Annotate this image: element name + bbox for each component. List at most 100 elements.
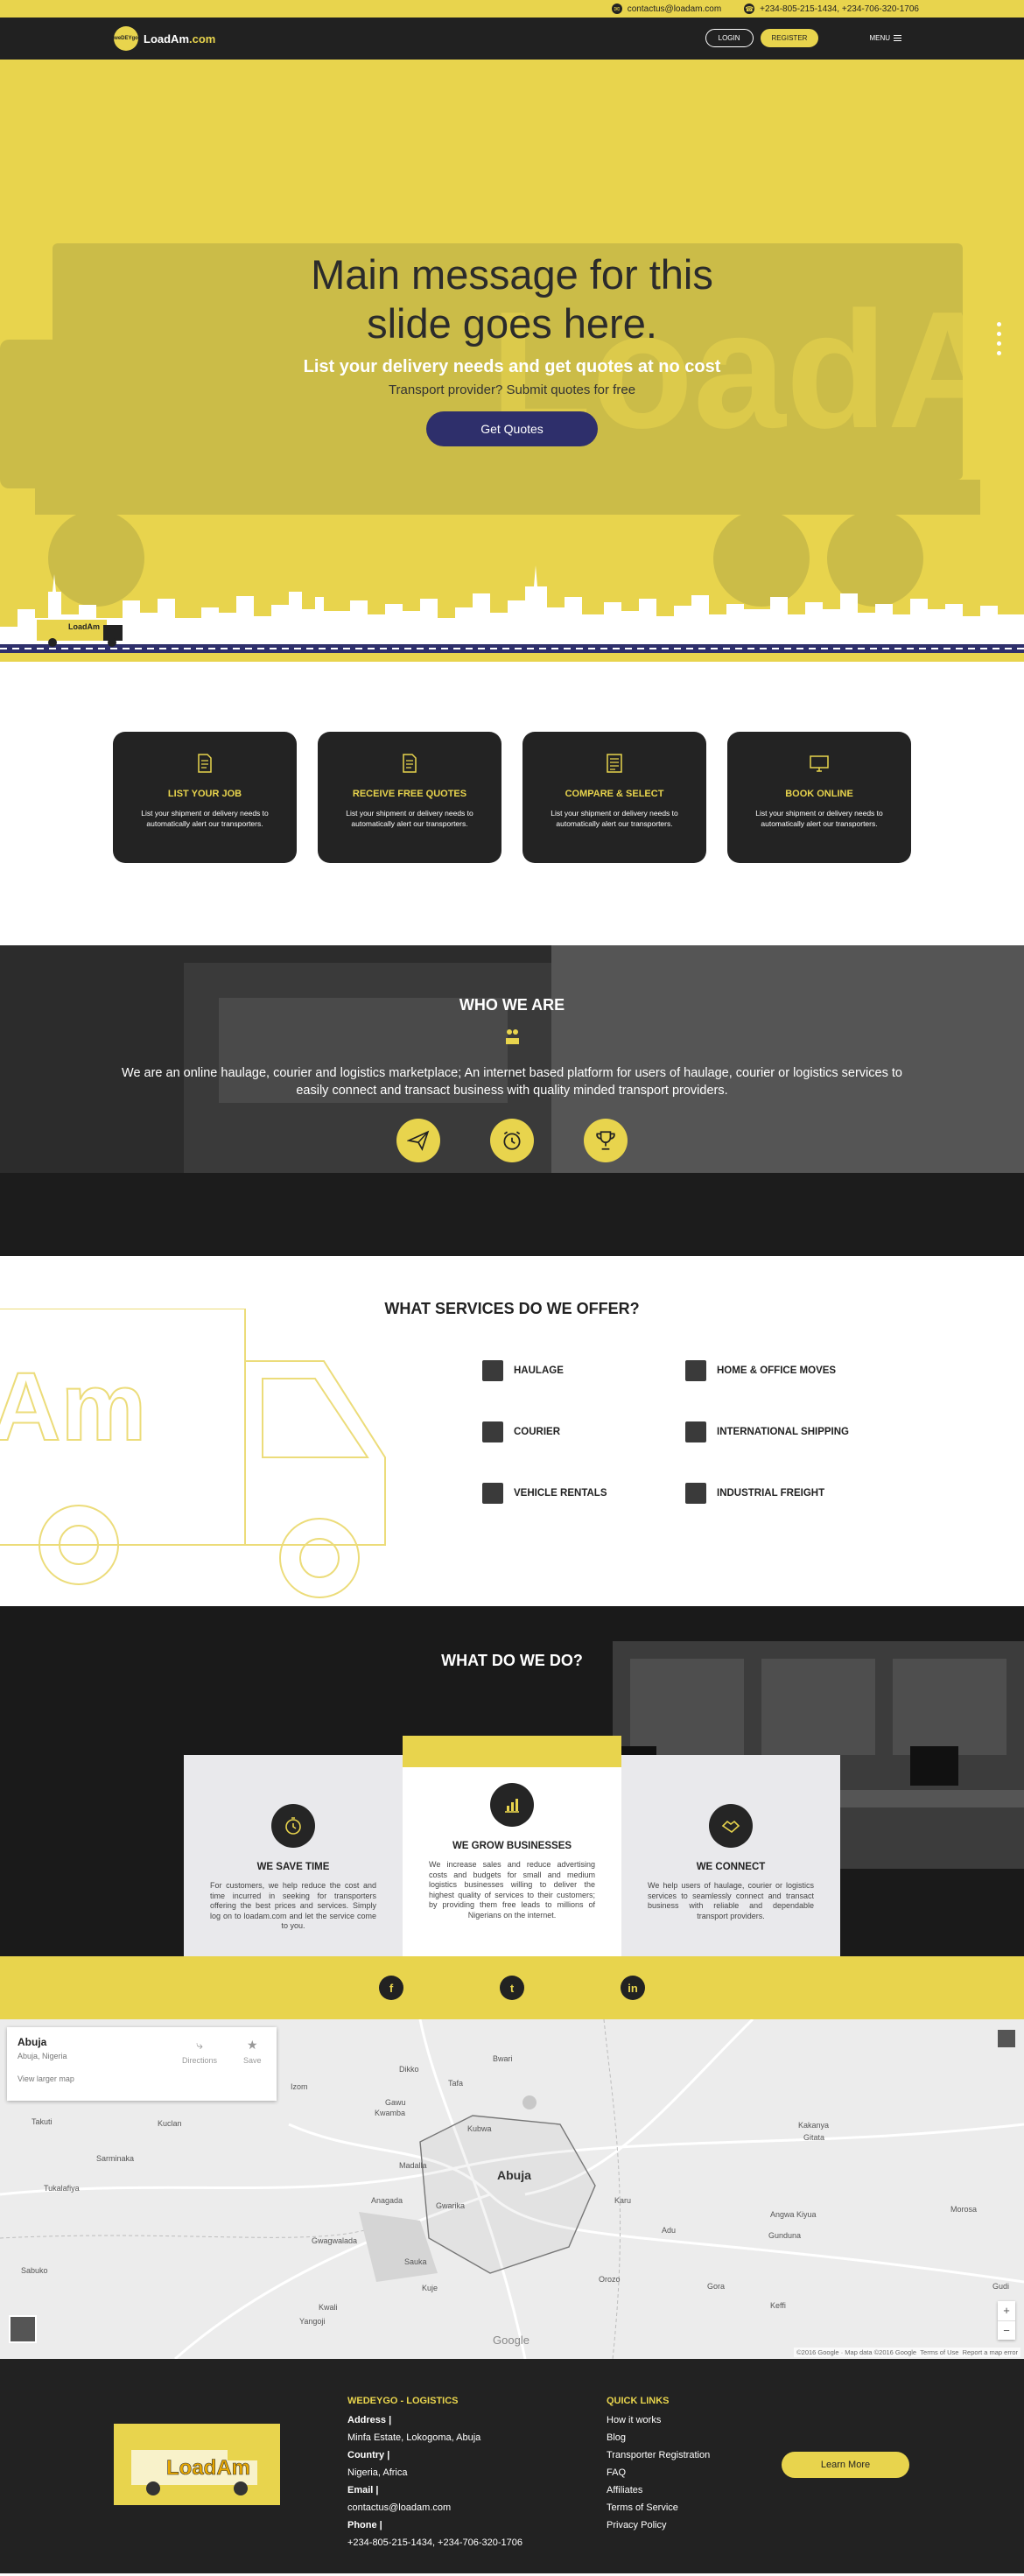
save-button[interactable]: ★ Save: [243, 2038, 262, 2065]
paper-plane-icon: [396, 1119, 440, 1162]
service-home-office-moves[interactable]: HOME & OFFICE MOVES: [685, 1360, 888, 1381]
hamburger-icon: [894, 35, 901, 41]
map-label: Adu: [662, 2226, 677, 2235]
who-title: WHO WE ARE: [459, 996, 565, 1014]
footer-link-affiliates[interactable]: Affiliates: [607, 2481, 710, 2499]
service-label: HOME & OFFICE MOVES: [717, 1365, 837, 1376]
service-international-shipping[interactable]: INTERNATIONAL SHIPPING: [685, 1421, 888, 1442]
footer-link-faq[interactable]: FAQ: [607, 2464, 710, 2481]
map-report-link[interactable]: Report a map error: [963, 2348, 1018, 2356]
top-email[interactable]: ✉ contactus@loadam.com: [611, 4, 722, 14]
fullscreen-icon[interactable]: [998, 2030, 1015, 2047]
monitor-icon: [810, 755, 829, 772]
map-label: Kubwa: [467, 2124, 492, 2133]
map-label: Madalla: [399, 2161, 427, 2170]
service-label: VEHICLE RENTALS: [514, 1488, 607, 1499]
home-moves-icon: [685, 1360, 706, 1381]
menu-button[interactable]: MENU: [869, 34, 901, 42]
map-label: Sabuko: [21, 2266, 48, 2275]
top-email-text: contactus@loadam.com: [627, 4, 722, 14]
service-vehicle-rentals[interactable]: VEHICLE RENTALS: [482, 1483, 685, 1504]
email-value[interactable]: contactus@loadam.com: [347, 2499, 523, 2516]
address-label: Address |: [347, 2415, 392, 2425]
slider-dot[interactable]: [997, 341, 1001, 346]
map-place-card: Abuja Abuja, Nigeria View larger map ⤷ Di…: [7, 2027, 277, 2101]
logo-tld: .com: [189, 32, 216, 46]
quick-links-title: QUICK LINKS: [607, 2396, 670, 2406]
step-card-list-job[interactable]: LIST YOUR JOB List your shipment or deli…: [113, 732, 297, 863]
who-we-are-section: WHO WE ARE We are an online haulage, cou…: [0, 945, 1024, 1256]
map-label: Sarminaka: [96, 2154, 135, 2163]
location-map[interactable]: Abuja Abuja, Nigeria View larger map ⤷ Di…: [0, 2019, 1024, 2359]
people-icon: [506, 1029, 519, 1044]
service-label: COURIER: [514, 1427, 561, 1437]
map-label: Kwamba: [375, 2109, 406, 2117]
card-save-time: WE SAVE TIME For customers, we help redu…: [184, 1755, 403, 1956]
what-we-do-section: WHAT DO WE DO? WE SAVE TIME For customer…: [0, 1606, 1024, 1956]
twitter-icon[interactable]: t: [500, 1976, 524, 2000]
address-value: Minfa Estate, Lokogoma, Abuja: [347, 2432, 481, 2443]
hero-title: Main message for this slide goes here.: [0, 250, 1024, 348]
slider-dot[interactable]: [997, 351, 1001, 355]
nav-actions: LOGIN REGISTER MENU: [705, 29, 901, 47]
service-courier[interactable]: COURIER: [482, 1421, 685, 1442]
footer-link-terms[interactable]: Terms of Service: [607, 2499, 710, 2516]
top-phone-text: +234-805-215-1434, +234-706-320-1706: [760, 4, 919, 14]
hero-subtitle: List your delivery needs and get quotes …: [303, 357, 721, 376]
map-label: Tafa: [448, 2079, 464, 2088]
satellite-toggle[interactable]: [9, 2315, 37, 2343]
map-label: Kwali: [319, 2303, 338, 2312]
card-text: We help users of haulage, courier or log…: [648, 1881, 814, 1920]
directions-button[interactable]: ⤷ Directions: [182, 2038, 217, 2065]
hero-subtitle-secondary: Transport provider? Submit quotes for fr…: [388, 383, 636, 397]
footer-link-how-it-works[interactable]: How it works: [607, 2411, 710, 2429]
map-label: Gora: [707, 2282, 726, 2291]
step-card-receive-quotes[interactable]: RECEIVE FREE QUOTES List your shipment o…: [318, 732, 501, 863]
step-text: List your shipment or delivery needs to …: [755, 809, 883, 828]
footer-company-title: WEDEYGO - LOGISTICS: [347, 2396, 459, 2406]
document-icon: [198, 754, 212, 773]
map-terms-link[interactable]: Terms of Use: [920, 2348, 958, 2356]
slider-dot[interactable]: [997, 322, 1001, 326]
step-card-book-online[interactable]: BOOK ONLINE List your shipment or delive…: [727, 732, 911, 863]
truck-outline-text: Am: [0, 1353, 146, 1461]
footer-link-transporter-registration[interactable]: Transporter Registration: [607, 2446, 710, 2464]
top-phone[interactable]: ☎ +234-805-215-1434, +234-706-320-1706: [744, 4, 919, 14]
map-label: Orozo: [599, 2275, 621, 2284]
learn-more-button[interactable]: Learn More: [782, 2452, 909, 2478]
what-we-do-cards: WE SAVE TIME For customers, we help redu…: [184, 1736, 840, 1956]
document-icon: [403, 754, 417, 773]
slider-dot[interactable]: [997, 332, 1001, 336]
footer-link-privacy[interactable]: Privacy Policy: [607, 2516, 710, 2534]
footer-link-blog[interactable]: Blog: [607, 2429, 710, 2446]
service-industrial-freight[interactable]: INDUSTRIAL FREIGHT: [685, 1483, 888, 1504]
map-label: Sauka: [404, 2257, 427, 2266]
register-button[interactable]: REGISTER: [760, 29, 819, 47]
linkedin-icon[interactable]: in: [621, 1976, 645, 2000]
phone-value: +234-805-215-1434, +234-706-320-1706: [347, 2537, 523, 2548]
map-label: Angwa Kiyua: [770, 2210, 817, 2219]
service-haulage[interactable]: HAULAGE: [482, 1360, 685, 1381]
footer-logo[interactable]: LoadAm: [114, 2424, 280, 2505]
map-label: Kakanya: [798, 2121, 830, 2130]
map-place-title: Abuja: [18, 2036, 47, 2048]
step-card-compare-select[interactable]: COMPARE & SELECT List your shipment or d…: [523, 732, 706, 863]
facebook-icon[interactable]: f: [379, 1976, 403, 2000]
get-quotes-button[interactable]: Get Quotes: [426, 411, 598, 446]
map-attribution: ©2016 Google · Map data ©2016 Google Ter…: [794, 2348, 1020, 2357]
site-logo[interactable]: weDEYgo LoadAm.com: [114, 26, 215, 51]
view-larger-map-link[interactable]: View larger map: [18, 2074, 266, 2083]
login-button[interactable]: LOGIN: [705, 29, 754, 47]
step-title: BOOK ONLINE: [785, 789, 853, 799]
directions-label: Directions: [182, 2056, 218, 2065]
card-we-connect: WE CONNECT We help users of haulage, cou…: [621, 1755, 840, 1956]
footer-truck-logo: LoadAm: [131, 2450, 257, 2495]
map-label: Kuje: [422, 2284, 438, 2292]
country-value: Nigeria, Africa: [347, 2467, 408, 2478]
map-label: Gudi: [992, 2282, 1010, 2291]
who-content: WHO WE ARE We are an online haulage, cou…: [0, 945, 1024, 1162]
hero-slider: LoadAm Main message for thisslide goes h…: [0, 60, 1024, 662]
zoom-in-button[interactable]: +: [998, 2301, 1015, 2320]
map-label: Tukalafiya: [44, 2184, 80, 2193]
zoom-out-button[interactable]: −: [998, 2320, 1015, 2340]
